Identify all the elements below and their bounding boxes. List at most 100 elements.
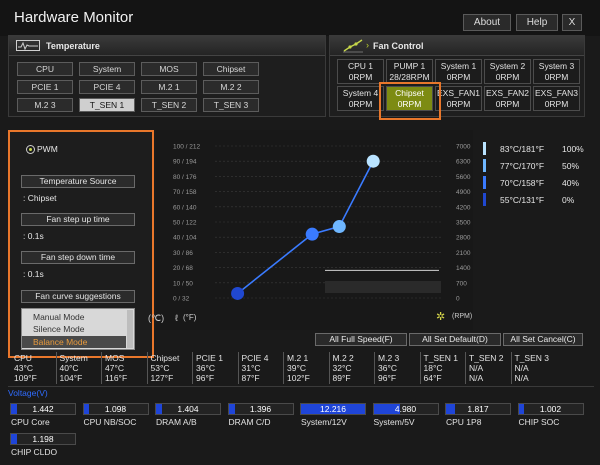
right-tick-label: 4200	[456, 204, 471, 211]
legend-color-bar	[483, 142, 486, 155]
right-tick-label: 0	[456, 296, 460, 303]
sensor-name: M.2 3	[378, 353, 400, 363]
voltage-meter: 1.198	[10, 433, 76, 445]
sensor-fahrenheit: 116°F	[105, 373, 128, 383]
sensor-divider	[237, 352, 239, 384]
sensor-name: M.2 1	[287, 353, 309, 363]
legend-temp: 77°C/170°F	[500, 161, 545, 171]
sensor-divider	[55, 352, 57, 384]
curve-point[interactable]	[366, 154, 380, 168]
left-tick-label: 90 / 194	[173, 159, 197, 166]
fan-curve-chart[interactable]: 100 / 212 700090 / 194 630080 / 176 560070 …	[0, 0, 600, 465]
all-full-speed-button[interactable]: All Full Speed(F)	[315, 333, 407, 346]
sensor-fahrenheit: 127°F	[150, 373, 174, 383]
voltage-meter: 1.404	[155, 403, 221, 415]
voltage-value: 1.404	[177, 404, 199, 414]
fan-curve-line	[237, 160, 374, 295]
voltage-meter: 1.442	[10, 403, 76, 415]
left-tick-label: 10 / 50	[173, 280, 193, 287]
sensor-divider	[374, 352, 375, 384]
sensor-name: System	[59, 353, 88, 363]
voltage-label: CPU Core	[11, 417, 50, 427]
sensor-divider	[192, 352, 193, 384]
voltage-label: CPU NB/SOC	[83, 417, 137, 427]
left-tick-label: 30 / 86	[173, 250, 193, 257]
legend-percent: 0%	[562, 195, 575, 205]
sensor-name: PCIE 1	[196, 353, 223, 363]
legend-percent: 50%	[562, 161, 580, 171]
voltage-value: 1.002	[539, 404, 562, 414]
sensor-name: MOS	[105, 353, 125, 363]
sensor-fahrenheit: 109°F	[14, 373, 37, 383]
sensor-fahrenheit: 96°F	[378, 373, 397, 383]
sensor-celsius: 32°C	[332, 363, 352, 373]
all-set-cancel-button[interactable]: All Set Cancel(C)	[503, 333, 583, 346]
right-tick-label: 7000	[456, 144, 471, 151]
all-set-default-button[interactable]: All Set Default(D)	[409, 333, 501, 346]
sensor-fahrenheit: 104°F	[59, 373, 83, 383]
sensor-divider	[101, 352, 102, 384]
sensor-name: T_SEN 3	[514, 353, 550, 363]
sensor-celsius: 31°C	[241, 363, 261, 373]
voltage-meter: 1.817	[445, 403, 511, 415]
voltage-value: 1.442	[32, 404, 54, 414]
sensor-fahrenheit: N/A	[469, 373, 484, 383]
legend-percent: 40%	[562, 178, 580, 188]
sensor-celsius: N/A	[514, 363, 529, 373]
left-tick-label: 80 / 176	[173, 174, 197, 181]
right-tick-label: 1400	[456, 265, 471, 272]
legend-temp: 55°C/131°F	[500, 195, 545, 205]
left-tick-label: 20 / 68	[173, 265, 193, 272]
voltage-title: Voltage(V)	[8, 388, 48, 398]
voltage-label: CHIP CLDO	[11, 447, 58, 457]
sensor-divider	[465, 352, 466, 384]
left-tick-label: 60 / 140	[173, 204, 197, 211]
sensor-celsius: 39°C	[287, 363, 306, 373]
celsius-unit-label: (℃)	[148, 313, 165, 323]
right-tick-label: 5600	[456, 174, 471, 181]
sensor-fahrenheit: 102°F	[287, 373, 310, 383]
voltage-value: 12.216	[320, 404, 346, 414]
voltage-divider	[8, 386, 594, 387]
sensor-celsius: 53°C	[150, 363, 170, 373]
sensor-divider	[146, 352, 148, 384]
sensor-divider	[510, 352, 512, 384]
legend-color-bar	[483, 193, 486, 206]
voltage-label: System/12V	[301, 417, 347, 427]
left-tick-label: 70 / 158	[173, 189, 197, 196]
sensor-name: CPU	[14, 353, 32, 363]
rpm-trace-shadow	[325, 281, 441, 293]
sensor-divider	[328, 352, 330, 384]
legend-color-bar	[483, 159, 486, 172]
voltage-value: 4.980	[394, 404, 417, 414]
voltage-meter: 1.396	[227, 403, 294, 415]
thermometer-small-icon: ℓ	[175, 313, 178, 323]
rpm-unit-label: (RPM)	[452, 313, 473, 320]
right-tick-label: 6300	[456, 159, 471, 166]
left-tick-label: 50 / 122	[173, 220, 197, 227]
right-tick-label: 2100	[456, 250, 471, 257]
sensor-fahrenheit: N/A	[514, 373, 529, 383]
sensor-name: T_SEN 2	[469, 353, 504, 363]
sensor-celsius: N/A	[469, 363, 484, 373]
curve-point[interactable]	[305, 227, 319, 241]
sensor-celsius: 40°C	[59, 363, 79, 373]
right-tick-label: 3500	[456, 220, 471, 227]
sensor-celsius: 43°C	[14, 363, 33, 373]
legend-color-bar	[483, 176, 486, 189]
voltage-meter: 1.098	[82, 403, 149, 415]
legend-temp: 83°C/181°F	[500, 144, 545, 154]
right-tick-label: 4900	[456, 189, 471, 196]
sensor-celsius: 18°C	[423, 363, 443, 373]
sensor-divider	[419, 352, 421, 384]
sensor-fahrenheit: 87°F	[241, 373, 260, 383]
curve-point[interactable]	[231, 286, 245, 300]
sensor-fahrenheit: 89°F	[332, 373, 351, 383]
voltage-label: CHIP SOC	[518, 417, 560, 427]
voltage-value: 1.396	[249, 404, 272, 414]
voltage-value: 1.098	[104, 404, 127, 414]
curve-point[interactable]	[332, 220, 346, 234]
voltage-label: DRAM A/B	[156, 417, 197, 427]
sensor-celsius: 36°C	[196, 363, 215, 373]
legend-temp: 70°C/158°F	[500, 178, 545, 188]
